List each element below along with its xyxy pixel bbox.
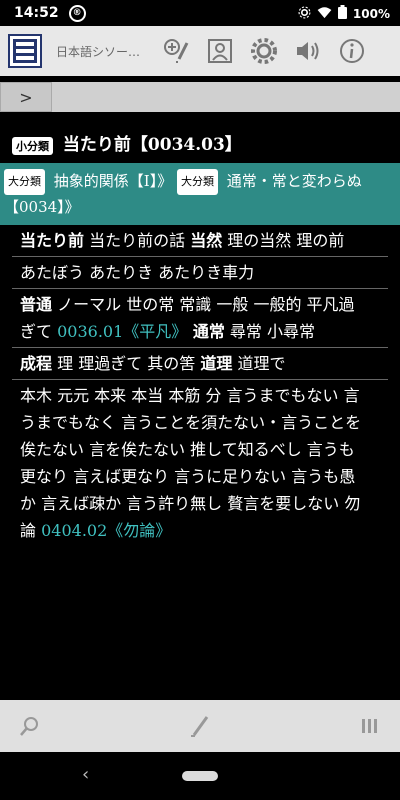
term-bold[interactable]: 成程	[20, 354, 52, 373]
system-nav-bar: ‹	[0, 752, 400, 800]
gear-status-icon	[298, 6, 311, 22]
info-icon[interactable]	[334, 33, 370, 69]
dnd-icon: ®	[68, 4, 86, 22]
home-icon[interactable]	[182, 771, 218, 781]
forward-button[interactable]: >	[0, 82, 52, 112]
app-icon[interactable]	[8, 34, 42, 68]
portrait-icon[interactable]	[202, 33, 238, 69]
category-link-1[interactable]: 抽象的関係【Ⅰ】》	[54, 172, 172, 190]
category-bar: 大分類 抽象的関係【Ⅰ】》 大分類 通常・常と変わらぬ【0034】》	[0, 163, 400, 225]
entry-title: 当たり前【0034.03】	[62, 135, 242, 155]
term-text: 理の当然 理の前	[222, 231, 345, 250]
bottom-toolbar	[0, 700, 400, 752]
list-item: 普通 ノーマル 世の常 常識 一般 一般的 平凡過ぎて 0036.01《平凡》 …	[12, 289, 388, 348]
cross-reference-link[interactable]: 0036.01《平凡》	[57, 322, 187, 341]
zoom-in-icon[interactable]	[158, 33, 194, 69]
wifi-icon	[317, 6, 332, 22]
list-item: 当たり前 当たり前の話 当然 理の当然 理の前	[12, 225, 388, 257]
term-text: 道理で	[232, 354, 286, 373]
term-bold[interactable]: 当たり前	[20, 231, 84, 250]
category-badge-2: 大分類	[177, 169, 218, 195]
pen-icon[interactable]	[180, 706, 220, 746]
back-icon[interactable]: ‹	[82, 764, 89, 785]
cross-reference-link[interactable]: 0404.02《勿論》	[41, 521, 171, 540]
battery-percent: 100%	[352, 6, 390, 21]
term-text: 当たり前の話	[84, 231, 191, 250]
status-time: 14:52	[14, 5, 59, 21]
term-bold[interactable]: 通常	[187, 322, 225, 341]
term-text: あたぼう あたりき あたりき車力	[20, 263, 255, 282]
term-text: 本木 元元 本来 本当 本筋 分 言うまでもない 言うまでもなく 言うことを須た…	[20, 386, 362, 540]
list-item: 本木 元元 本来 本当 本筋 分 言うまでもない 言うまでもなく 言うことを須た…	[12, 380, 388, 546]
nav-bar: >	[0, 82, 400, 112]
category-badge-1: 大分類	[4, 169, 45, 195]
term-bold[interactable]: 普通	[20, 295, 52, 314]
term-bold[interactable]: 当然	[190, 231, 222, 250]
term-bold[interactable]: 道理	[200, 354, 232, 373]
app-title[interactable]: 日本語シソー…	[56, 43, 156, 60]
entry-heading: 小分類 当たり前【0034.03】	[0, 114, 400, 163]
entry-content: 小分類 当たり前【0034.03】 大分類 抽象的関係【Ⅰ】》 大分類 通常・常…	[0, 114, 400, 700]
term-text: 尋常 小尋常	[224, 322, 316, 341]
search-icon[interactable]	[10, 706, 50, 746]
subcategory-badge: 小分類	[12, 136, 53, 155]
battery-icon	[337, 5, 347, 22]
gear-icon[interactable]	[246, 33, 282, 69]
status-bar: 14:52 ® 100%	[0, 0, 400, 26]
list-item: 成程 理 理過ぎて 其の筈 道理 道理で	[12, 348, 388, 380]
menu-icon[interactable]	[350, 706, 390, 746]
term-text: 理 理過ぎて 其の筈	[52, 354, 201, 373]
speaker-icon[interactable]	[290, 33, 326, 69]
toolbar: 日本語シソー…	[0, 26, 400, 76]
list-item: あたぼう あたりき あたりき車力	[12, 257, 388, 289]
